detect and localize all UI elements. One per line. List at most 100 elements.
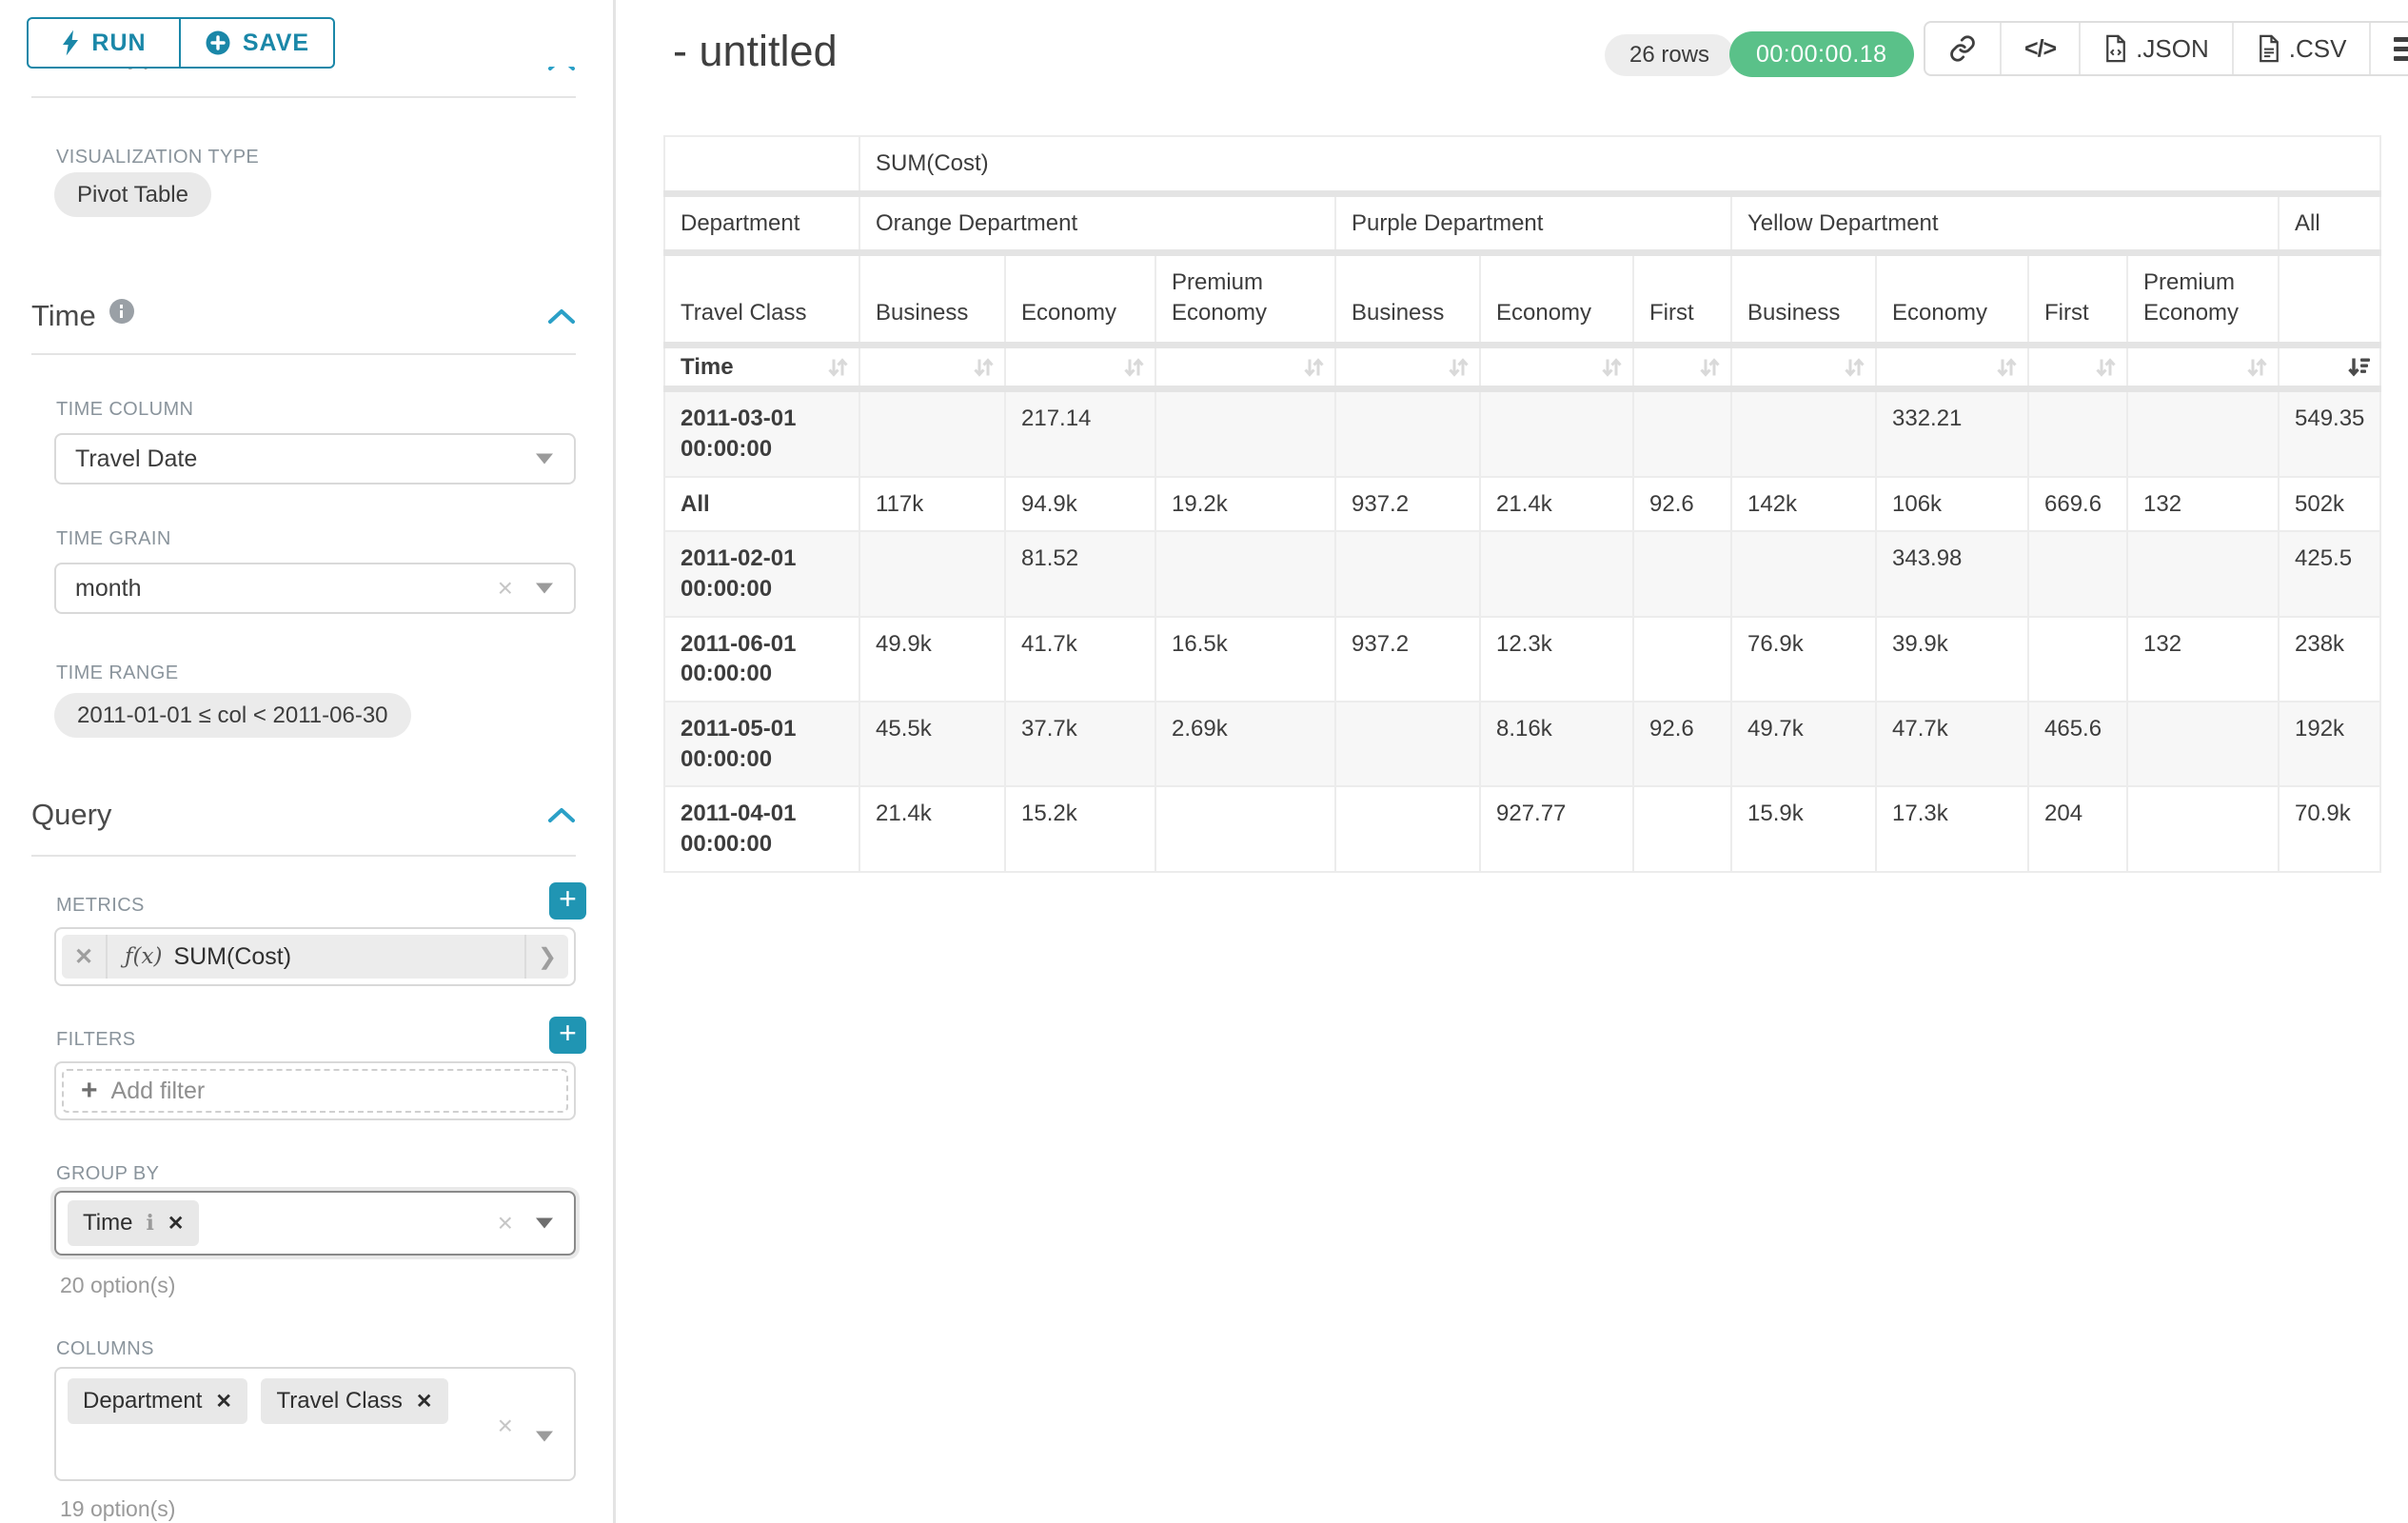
value-cell: 70.9k bbox=[2279, 786, 2380, 871]
column-sort-header[interactable] bbox=[1335, 345, 1480, 389]
bolt-icon bbox=[61, 30, 80, 56]
remove-tag-icon[interactable]: ✕ bbox=[416, 1390, 433, 1414]
value-cell bbox=[2127, 786, 2279, 871]
export-csv-label: .CSV bbox=[2289, 34, 2347, 64]
column-sort-header[interactable] bbox=[2127, 345, 2279, 389]
add-filter-label: Add filter bbox=[111, 1078, 206, 1105]
sort-icon[interactable] bbox=[1697, 354, 1723, 380]
travel-class-label: Travel Class bbox=[664, 253, 859, 345]
view-query-button[interactable]: </> bbox=[2000, 23, 2079, 74]
export-csv-button[interactable]: .CSV bbox=[2232, 23, 2370, 74]
column-sort-header[interactable] bbox=[1633, 345, 1731, 389]
viz-type-pill[interactable]: Pivot Table bbox=[54, 172, 211, 217]
value-cell: 19.2k bbox=[1155, 477, 1335, 532]
run-button[interactable]: RUN bbox=[27, 17, 181, 69]
value-cell: 425.5 bbox=[2279, 531, 2380, 616]
table-row: All117k94.9k19.2k937.221.4k92.6142k106k6… bbox=[664, 477, 2380, 532]
column-header: First bbox=[1633, 253, 1731, 345]
time-heading-label: Time bbox=[31, 299, 96, 332]
value-cell: 15.2k bbox=[1005, 786, 1155, 871]
tag-label: Time bbox=[83, 1210, 132, 1236]
sort-icon[interactable] bbox=[1599, 354, 1625, 380]
sort-icon[interactable] bbox=[825, 354, 851, 380]
value-cell bbox=[2028, 389, 2127, 477]
chevron-right-icon[interactable]: ❯ bbox=[524, 935, 568, 979]
result-actions: </> .JSON .CSV bbox=[1924, 21, 2408, 76]
add-metric-button[interactable]: + bbox=[549, 882, 586, 920]
column-sort-header[interactable] bbox=[2279, 345, 2380, 389]
column-sort-header[interactable] bbox=[1876, 345, 2028, 389]
column-sort-header[interactable] bbox=[859, 345, 1005, 389]
value-cell: 238k bbox=[2279, 617, 2380, 702]
column-header: Premium Economy bbox=[1155, 253, 1335, 345]
group-by-tag[interactable]: Time i ✕ bbox=[68, 1200, 199, 1246]
value-cell: 465.6 bbox=[2028, 702, 2127, 786]
metric-main[interactable]: ƒ(x) SUM(Cost) bbox=[108, 943, 524, 971]
value-cell bbox=[1335, 531, 1480, 616]
time-grain-value: month bbox=[75, 575, 141, 603]
sort-icon[interactable] bbox=[2093, 354, 2119, 380]
sort-icon[interactable] bbox=[1121, 354, 1147, 380]
sort-icon[interactable] bbox=[2244, 354, 2270, 380]
sort-icon[interactable] bbox=[1301, 354, 1327, 380]
save-button[interactable]: SAVE bbox=[181, 17, 335, 69]
value-cell: 12.3k bbox=[1480, 617, 1633, 702]
value-cell: 16.5k bbox=[1155, 617, 1335, 702]
file-json-icon bbox=[2103, 34, 2128, 63]
sort-icon[interactable] bbox=[1842, 354, 1867, 380]
menu-icon bbox=[2394, 37, 2408, 61]
group-by-select[interactable]: Time i ✕ × bbox=[54, 1191, 576, 1256]
row-label: All bbox=[664, 477, 859, 532]
time-sort-header[interactable]: Time bbox=[664, 345, 859, 389]
sort-icon[interactable] bbox=[971, 354, 997, 380]
time-column-select[interactable]: Travel Date bbox=[54, 433, 576, 485]
sort-icon[interactable] bbox=[1994, 354, 2020, 380]
columns-select[interactable]: Department ✕ Travel Class ✕ × bbox=[54, 1367, 576, 1481]
results-menu-button[interactable] bbox=[2369, 23, 2408, 74]
panel-scroll-area[interactable]: Chart Type VISUALIZATION TYPE Pivot Tabl… bbox=[0, 67, 613, 1523]
add-filter-button[interactable]: + bbox=[549, 1017, 586, 1054]
query-section-heading: Query bbox=[31, 798, 111, 832]
plus-circle-icon bbox=[205, 30, 231, 56]
column-sort-header[interactable] bbox=[1155, 345, 1335, 389]
remove-metric-icon[interactable]: ✕ bbox=[62, 935, 108, 979]
pivot-table-wrap: SUM(Cost)DepartmentOrange DepartmentPurp… bbox=[663, 135, 2381, 873]
chart-title[interactable]: - untitled bbox=[673, 27, 838, 76]
query-collapse-icon[interactable] bbox=[546, 805, 577, 824]
column-info-icon: i bbox=[146, 1211, 153, 1236]
clear-icon[interactable]: × bbox=[498, 1413, 513, 1439]
value-cell bbox=[1335, 786, 1480, 871]
time-range-pill[interactable]: 2011-01-01 ≤ col < 2011-06-30 bbox=[54, 693, 411, 738]
column-header bbox=[2279, 253, 2380, 345]
column-sort-header[interactable] bbox=[2028, 345, 2127, 389]
chart-type-collapse-icon[interactable] bbox=[546, 67, 577, 72]
time-range-label: TIME RANGE bbox=[56, 663, 178, 684]
export-json-button[interactable]: .JSON bbox=[2079, 23, 2232, 74]
value-cell bbox=[1633, 617, 1731, 702]
add-filter-dropzone[interactable]: + Add filter bbox=[62, 1069, 568, 1113]
columns-options-hint: 19 option(s) bbox=[60, 1496, 175, 1522]
sort-icon-active[interactable] bbox=[2346, 354, 2372, 380]
time-grain-select[interactable]: month × bbox=[54, 563, 576, 614]
clear-icon[interactable]: × bbox=[498, 1210, 513, 1236]
column-sort-header[interactable] bbox=[1005, 345, 1155, 389]
sort-icon[interactable] bbox=[1446, 354, 1471, 380]
value-cell: 142k bbox=[1731, 477, 1876, 532]
value-cell: 132 bbox=[2127, 477, 2279, 532]
value-cell bbox=[1155, 786, 1335, 871]
value-cell: 92.6 bbox=[1633, 702, 1731, 786]
remove-tag-icon[interactable]: ✕ bbox=[168, 1212, 185, 1236]
column-sort-header[interactable] bbox=[1480, 345, 1633, 389]
columns-tag[interactable]: Travel Class ✕ bbox=[261, 1378, 447, 1424]
row-label: 2011-06-01 00:00:00 bbox=[664, 617, 859, 702]
value-cell: 132 bbox=[2127, 617, 2279, 702]
value-cell bbox=[1335, 389, 1480, 477]
value-cell bbox=[859, 531, 1005, 616]
columns-tag[interactable]: Department ✕ bbox=[68, 1378, 247, 1424]
metric-pill[interactable]: ✕ ƒ(x) SUM(Cost) ❯ bbox=[62, 935, 568, 979]
clear-icon[interactable]: × bbox=[498, 575, 513, 602]
time-collapse-icon[interactable] bbox=[546, 307, 577, 326]
remove-tag-icon[interactable]: ✕ bbox=[215, 1390, 232, 1414]
copy-link-button[interactable] bbox=[1925, 23, 2000, 74]
column-sort-header[interactable] bbox=[1731, 345, 1876, 389]
